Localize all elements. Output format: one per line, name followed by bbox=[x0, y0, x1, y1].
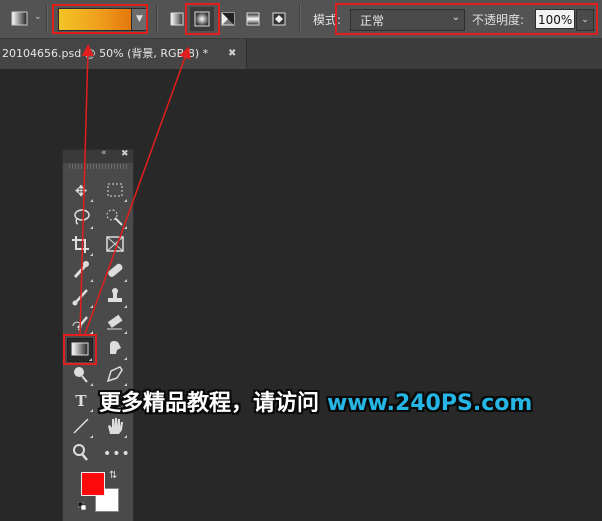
lasso-icon bbox=[74, 209, 90, 225]
close-icon[interactable]: ✖ bbox=[228, 39, 236, 69]
chevron-down-icon: ⌄ bbox=[34, 12, 42, 22]
quick-selection-tool[interactable] bbox=[103, 207, 127, 229]
edit-toolbar-button[interactable]: ••• bbox=[103, 442, 130, 464]
reflected-gradient-icon bbox=[246, 12, 260, 26]
zoom-tool[interactable] bbox=[69, 442, 93, 464]
annotation-box-gradient bbox=[52, 4, 148, 34]
type-tool[interactable]: T bbox=[69, 390, 93, 412]
watermark-url: www.240PS.com bbox=[327, 391, 533, 416]
pen-tool[interactable] bbox=[103, 364, 127, 386]
marquee-icon bbox=[107, 183, 123, 197]
collapse-icon[interactable]: « bbox=[101, 148, 107, 158]
tools-panel: « ✖ ✥ T ••• ⇅ bbox=[62, 148, 134, 521]
line-icon bbox=[73, 418, 89, 434]
close-icon[interactable]: ✖ bbox=[121, 149, 129, 159]
annotation-box-gradient-tool bbox=[63, 334, 97, 365]
default-colors-icon[interactable] bbox=[78, 502, 86, 510]
swap-colors-icon[interactable]: ⇅ bbox=[109, 470, 117, 481]
crop-tool[interactable] bbox=[69, 234, 93, 256]
move-icon: ✥ bbox=[74, 182, 88, 200]
lasso-tool[interactable] bbox=[69, 207, 93, 229]
angle-gradient-icon bbox=[221, 12, 235, 26]
healing-brush-tool[interactable] bbox=[103, 260, 127, 282]
tools-panel-header[interactable]: « ✖ bbox=[63, 148, 133, 163]
bandage-icon bbox=[108, 263, 123, 277]
eraser-icon bbox=[107, 314, 123, 330]
diamond-gradient-button[interactable] bbox=[268, 7, 292, 31]
document-tab[interactable]: 20104656.psd @ 50% (背景, RGB/8) * ✖ bbox=[0, 39, 247, 69]
angle-gradient-button[interactable] bbox=[217, 7, 241, 31]
line-tool[interactable] bbox=[69, 416, 93, 438]
pen-icon bbox=[106, 366, 123, 383]
type-icon: T bbox=[75, 392, 87, 410]
marquee-tool[interactable] bbox=[103, 180, 127, 202]
smudge-tool[interactable] bbox=[103, 338, 127, 360]
document-tab-title: 20104656.psd @ 50% (背景, RGB/8) * bbox=[2, 47, 209, 60]
quick-selection-icon bbox=[106, 209, 123, 226]
reflected-gradient-button[interactable] bbox=[242, 7, 266, 31]
annotation-box-radial bbox=[185, 3, 220, 35]
gradient-tool-icon bbox=[11, 11, 28, 26]
brush-tool[interactable] bbox=[69, 286, 93, 308]
tool-preset-picker[interactable]: ⌄ bbox=[9, 7, 42, 31]
divider bbox=[46, 5, 48, 33]
dodge-tool[interactable] bbox=[69, 364, 93, 386]
history-brush-tool[interactable] bbox=[69, 312, 93, 334]
frame-tool[interactable] bbox=[103, 234, 127, 256]
foreground-color-swatch[interactable] bbox=[81, 472, 105, 496]
eyedropper-icon bbox=[73, 261, 89, 279]
brush-icon bbox=[72, 289, 88, 306]
eyedropper-tool[interactable] bbox=[69, 260, 93, 282]
clone-stamp-tool[interactable] bbox=[103, 286, 127, 308]
divider bbox=[299, 5, 301, 33]
annotation-box-mode-opacity bbox=[335, 3, 598, 35]
diamond-gradient-icon bbox=[272, 12, 286, 26]
dodge-icon bbox=[74, 367, 88, 383]
move-tool[interactable]: ✥ bbox=[69, 180, 93, 202]
options-bar: ⌄ ▼ 模式: 正常 ⌄ 不透明度: 100% ⌄ bbox=[0, 0, 602, 39]
panel-grip[interactable] bbox=[69, 164, 127, 169]
hand-tool[interactable] bbox=[103, 416, 127, 438]
eraser-tool[interactable] bbox=[103, 312, 127, 334]
frame-icon bbox=[106, 236, 124, 252]
crop-icon bbox=[72, 236, 89, 253]
document-tab-bar: 20104656.psd @ 50% (背景, RGB/8) * ✖ bbox=[0, 39, 602, 69]
watermark: 更多精品教程，请访问 www.240PS.com bbox=[99, 385, 532, 417]
divider bbox=[156, 5, 158, 33]
zoom-icon bbox=[73, 444, 88, 461]
history-brush-icon bbox=[72, 316, 88, 331]
more-icon: ••• bbox=[103, 446, 131, 462]
stamp-icon bbox=[108, 288, 122, 302]
hand-icon bbox=[108, 418, 123, 434]
smudge-icon bbox=[110, 341, 121, 354]
watermark-text: 更多精品教程，请访问 bbox=[99, 391, 320, 416]
